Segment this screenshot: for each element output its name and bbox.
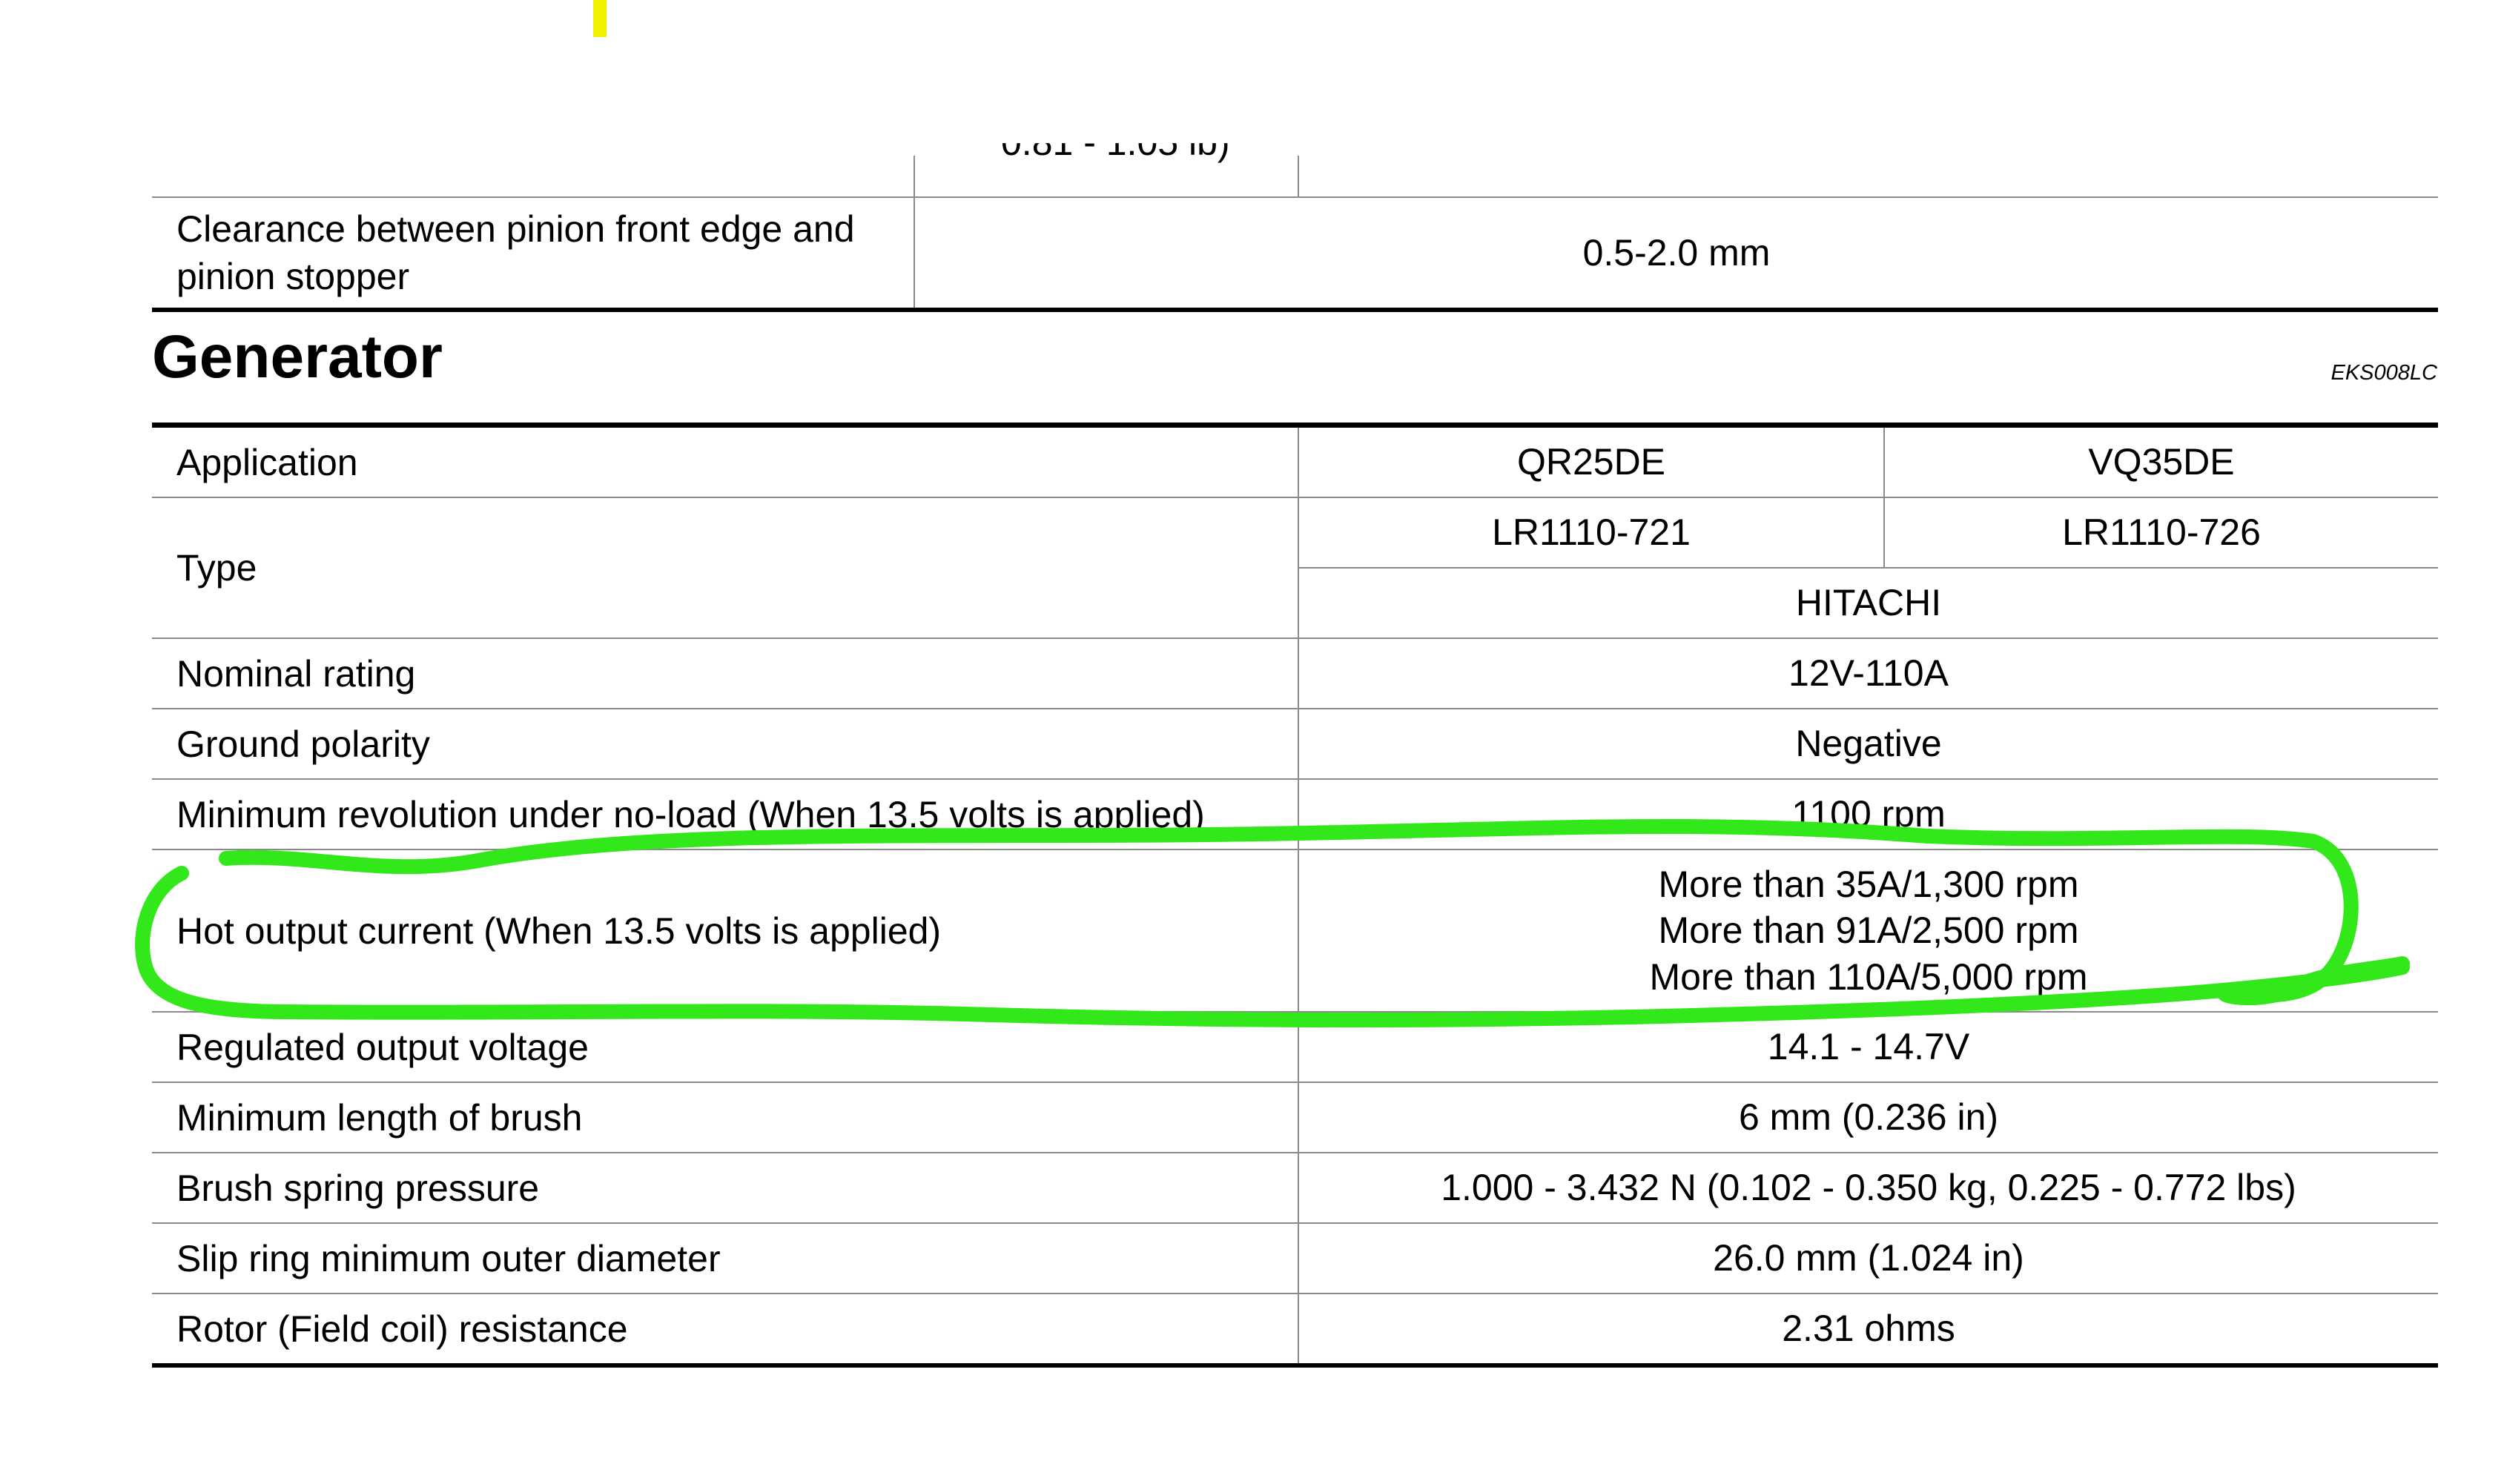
cell-value: 1.000 - 3.432 N (0.102 - 0.350 kg, 0.225… <box>1298 1152 2438 1223</box>
clearance-label-line2: pinion stopper <box>176 256 410 297</box>
table-row-application: Application QR25DE VQ35DE <box>152 423 2438 497</box>
row-label: Regulated output voltage <box>152 1011 1298 1082</box>
table-row-ground: Ground polarity Negative <box>152 708 2438 779</box>
hot-output-line: More than 110A/5,000 rpm <box>1649 955 2088 998</box>
row-label: Minimum revolution under no-load (When 1… <box>152 778 1298 849</box>
hot-output-line: More than 91A/2,500 rpm <box>1658 910 2079 952</box>
table-row-rotor: Rotor (Field coil) resistance 2.31 ohms <box>152 1293 2438 1368</box>
cell-value: 1100 rpm <box>1298 778 2438 849</box>
row-label: Application <box>152 423 1298 497</box>
hot-output-line: More than 35A/1,300 rpm <box>1658 863 2079 905</box>
section-code: EKS008LC <box>2330 361 2438 385</box>
table-row-type: Type LR1110-721 LR1110-726 <box>152 497 2438 638</box>
row-label: Type <box>152 497 1298 638</box>
row-label: Ground polarity <box>152 708 1298 779</box>
section-title: Generator <box>152 323 443 391</box>
table-row <box>152 156 2438 197</box>
starter-spec-table: Clearance between pinion front edge and … <box>152 156 2438 312</box>
table-row-clearance: Clearance between pinion front edge and … <box>152 196 2438 312</box>
yellow-marker-stroke <box>593 0 607 37</box>
table-row-min-rev: Minimum revolution under no-load (When 1… <box>152 778 2438 849</box>
cell-value: 26.0 mm (1.024 in) <box>1298 1222 2438 1293</box>
row-label: Rotor (Field coil) resistance <box>152 1293 1298 1368</box>
table-row-nominal: Nominal rating 12V-110A <box>152 637 2438 709</box>
cell-qr25de: QR25DE <box>1298 423 1884 497</box>
cell-value: More than 35A/1,300 rpm More than 91A/2,… <box>1298 849 2438 1012</box>
generator-spec-table: Application QR25DE VQ35DE Type LR1110-72… <box>152 423 2438 1368</box>
cell-type-vq: LR1110-726 <box>1883 497 2438 568</box>
cell-value: 6 mm (0.236 in) <box>1298 1081 2438 1153</box>
table-row-spring: Brush spring pressure 1.000 - 3.432 N (0… <box>152 1152 2438 1223</box>
row-label: Minimum length of brush <box>152 1081 1298 1153</box>
row-label: Brush spring pressure <box>152 1152 1298 1223</box>
cell-value: 12V-110A <box>1298 637 2438 709</box>
table-row-hot-output: Hot output current (When 13.5 volts is a… <box>152 849 2438 1012</box>
clearance-value: 0.5-2.0 mm <box>914 196 2438 312</box>
table-row-slip-ring: Slip ring minimum outer diameter 26.0 mm… <box>152 1222 2438 1293</box>
row-label: Hot output current (When 13.5 volts is a… <box>152 849 1298 1012</box>
row-label: Nominal rating <box>152 637 1298 709</box>
cell-vq35de: VQ35DE <box>1883 423 2438 497</box>
cell-value: 14.1 - 14.7V <box>1298 1011 2438 1082</box>
cell-value: 2.31 ohms <box>1298 1293 2438 1368</box>
row-label: Slip ring minimum outer diameter <box>152 1222 1298 1293</box>
cell-type-qr: LR1110-721 <box>1298 497 1884 568</box>
cell-value: Negative <box>1298 708 2438 779</box>
clearance-label-line1: Clearance between pinion front edge and <box>176 208 855 250</box>
table-row-brush-length: Minimum length of brush 6 mm (0.236 in) <box>152 1081 2438 1153</box>
cell-maker: HITACHI <box>1298 567 2438 638</box>
table-row-regulated: Regulated output voltage 14.1 - 14.7V <box>152 1011 2438 1082</box>
